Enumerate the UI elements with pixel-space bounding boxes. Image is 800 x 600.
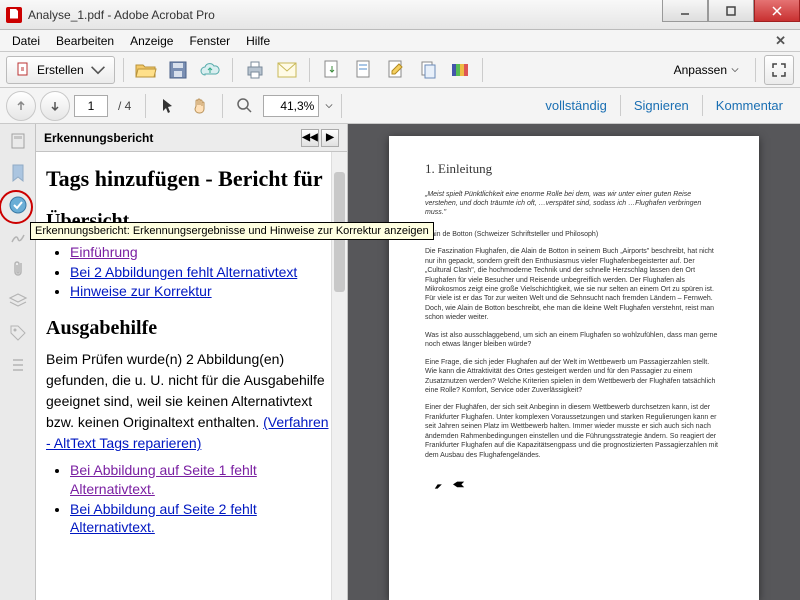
create-form-button[interactable]: [350, 56, 378, 84]
create-button[interactable]: Erstellen: [6, 56, 115, 84]
fullscreen-button[interactable]: [764, 55, 794, 85]
panel-next-button[interactable]: ▶: [321, 129, 339, 147]
page-pencil-icon: [387, 60, 405, 80]
menu-bearbeiten[interactable]: Bearbeiten: [48, 32, 122, 50]
minimize-button[interactable]: [662, 0, 708, 22]
magnifier-icon: [236, 97, 254, 115]
envelope-icon: [277, 62, 297, 78]
window-title: Analyse_1.pdf - Adobe Acrobat Pro: [28, 8, 215, 22]
recognition-report-icon[interactable]: [7, 194, 29, 216]
link-korrektur[interactable]: Hinweise zur Korrektur: [70, 283, 212, 299]
close-panel-x[interactable]: ✕: [767, 31, 794, 51]
signatures-icon[interactable]: [7, 226, 29, 248]
toolbar-nav: / 4 vollständig Signieren Kommentar: [0, 88, 800, 124]
tooltip: Erkennungsbericht: Erkennungsergebnisse …: [30, 222, 434, 240]
zoom-input[interactable]: [263, 95, 319, 117]
side-panel: Erkennungsbericht ◀◀ ▶ Tags hinzufügen -…: [36, 124, 348, 600]
doc-author: Alain de Botton (Schweizer Schriftstelle…: [425, 230, 723, 239]
menu-hilfe[interactable]: Hilfe: [238, 32, 278, 50]
tags-icon[interactable]: [7, 322, 29, 344]
prev-page-button[interactable]: [6, 91, 36, 121]
edit-text-button[interactable]: [382, 56, 410, 84]
side-panel-title: Erkennungsbericht: [44, 131, 153, 145]
hand-tool[interactable]: [186, 92, 214, 120]
airplane-image: [425, 476, 467, 490]
page-total-label: / 4: [118, 99, 131, 113]
window-titlebar: Analyse_1.pdf - Adobe Acrobat Pro: [0, 0, 800, 30]
doc-p4: Einer der Flughäfen, der sich seit Anbeg…: [425, 403, 723, 460]
layers-icon[interactable]: [7, 290, 29, 312]
cloud-button[interactable]: [196, 56, 224, 84]
print-button[interactable]: [241, 56, 269, 84]
ausgabehilfe-text: Beim Prüfen wurde(n) 2 Abbildung(en) gef…: [46, 350, 333, 454]
doc-quote: „Meist spielt Pünktlichkeit eine enorme …: [425, 190, 723, 218]
email-button[interactable]: [273, 56, 301, 84]
arrow-up-icon: [15, 100, 27, 112]
chevron-down-icon: [731, 66, 739, 74]
link-missing-alt-2[interactable]: Bei 2 Abbildungen fehlt Alternativtext: [70, 264, 297, 280]
combine-button[interactable]: [414, 56, 442, 84]
side-panel-header: Erkennungsbericht ◀◀ ▶: [36, 124, 347, 152]
chevron-down-icon: [90, 62, 106, 78]
customize-button[interactable]: Anpassen: [666, 61, 747, 79]
menu-bar: Datei Bearbeiten Anzeige Fenster Hilfe ✕: [0, 30, 800, 52]
select-tool[interactable]: [154, 92, 182, 120]
multimedia-button[interactable]: [446, 56, 474, 84]
floppy-icon: [168, 60, 188, 80]
expand-icon: [771, 62, 787, 78]
navigation-pane: [0, 124, 36, 600]
link-img-page1[interactable]: Bei Abbildung auf Seite 1 fehlt Alternat…: [70, 462, 257, 497]
doc-p1: Die Faszination Flughafen, die Alain de …: [425, 247, 723, 323]
menu-datei[interactable]: Datei: [4, 32, 48, 50]
panel-prev-button[interactable]: ◀◀: [301, 129, 319, 147]
cloud-icon: [199, 61, 221, 79]
report-heading: Tags hinzufügen - Bericht für: [46, 164, 333, 194]
printer-icon: [245, 60, 265, 80]
chevron-down-icon[interactable]: [325, 102, 333, 110]
rainbow-icon: [450, 60, 470, 80]
doc-heading: 1. Einleitung: [425, 160, 723, 178]
panel-scrollbar[interactable]: [331, 152, 347, 600]
maximize-button[interactable]: [708, 0, 754, 22]
toolbar-main: Erstellen Anpassen: [0, 52, 800, 88]
menu-anzeige[interactable]: Anzeige: [122, 32, 181, 50]
cursor-icon: [160, 97, 176, 115]
zoom-select-button[interactable]: [231, 92, 259, 120]
bookmarks-icon[interactable]: [7, 162, 29, 184]
page-arrow-icon: [323, 60, 341, 80]
ausgabehilfe-heading: Ausgabehilfe: [46, 315, 333, 342]
action-kommentar[interactable]: Kommentar: [705, 93, 794, 118]
folder-open-icon: [135, 61, 157, 79]
side-panel-body: Tags hinzufügen - Bericht für Übersicht …: [36, 152, 347, 600]
app-icon: [6, 7, 22, 23]
attachments-icon[interactable]: [7, 258, 29, 280]
save-button[interactable]: [164, 56, 192, 84]
create-icon: [15, 62, 31, 78]
close-button[interactable]: [754, 0, 800, 22]
pages-stack-icon: [418, 60, 438, 80]
link-img-page2[interactable]: Bei Abbildung auf Seite 2 fehlt Alternat…: [70, 501, 257, 536]
thumbnails-icon[interactable]: [7, 130, 29, 152]
action-vollstaendig[interactable]: vollständig: [534, 93, 617, 118]
doc-p3: Eine Frage, die sich jeder Flughafen auf…: [425, 358, 723, 396]
hand-icon: [191, 97, 209, 115]
link-einfuehrung[interactable]: Einführung: [70, 244, 138, 260]
menu-fenster[interactable]: Fenster: [181, 32, 238, 50]
open-button[interactable]: [132, 56, 160, 84]
page-number-input[interactable]: [74, 95, 108, 117]
arrow-down-icon: [49, 100, 61, 112]
action-signieren[interactable]: Signieren: [623, 93, 700, 118]
order-icon[interactable]: [7, 354, 29, 376]
page-form-icon: [355, 60, 373, 80]
next-page-button[interactable]: [40, 91, 70, 121]
export-pdf-button[interactable]: [318, 56, 346, 84]
pdf-page-1: 1. Einleitung „Meist spielt Pünktlichkei…: [389, 136, 759, 600]
doc-p2: Was ist also ausschlaggebend, um sich an…: [425, 331, 723, 350]
document-view[interactable]: 1. Einleitung „Meist spielt Pünktlichkei…: [348, 124, 800, 600]
